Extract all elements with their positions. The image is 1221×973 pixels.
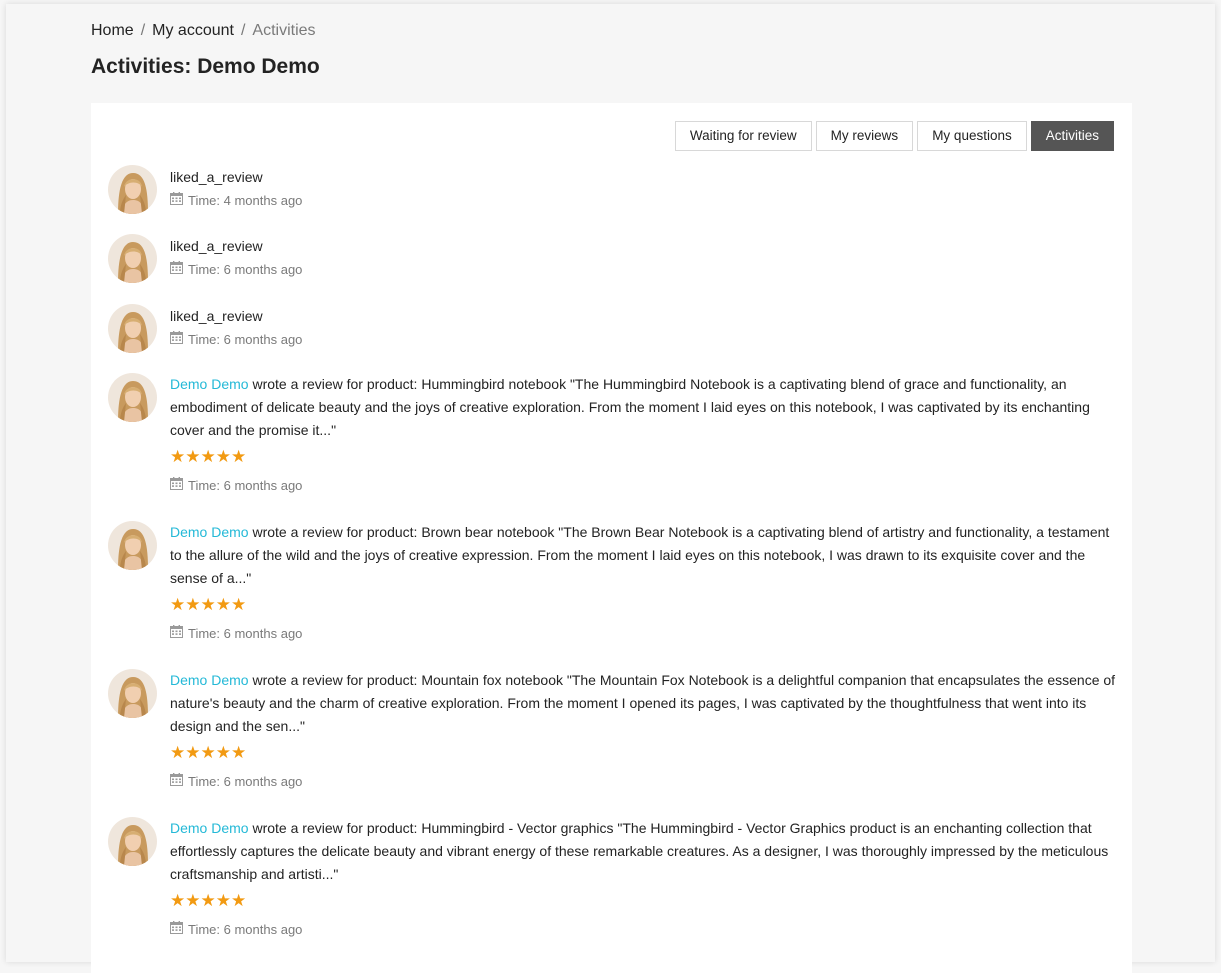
time-label: Time: 6 months ago: [188, 261, 303, 277]
breadcrumb: Home / My account / Activities: [91, 22, 316, 40]
avatar: [108, 304, 157, 353]
activities-panel: Waiting for review My reviews My questio…: [91, 103, 1132, 973]
avatar: [108, 234, 157, 283]
time-label: Time: 6 months ago: [188, 331, 303, 347]
activity-text: liked_a_review: [170, 235, 1118, 258]
avatar: [108, 669, 157, 718]
time-label: Time: 4 months ago: [188, 192, 303, 208]
tab-activities[interactable]: Activities: [1030, 121, 1114, 151]
breadcrumb-home[interactable]: Home: [91, 22, 134, 39]
activity-text: Demo Demo wrote a review for product: Br…: [170, 521, 1118, 590]
activity-time: Time: 6 months ago: [170, 773, 1118, 789]
activity-time: Time: 6 months ago: [170, 261, 1118, 277]
avatar: [108, 165, 157, 214]
activity-text: Demo Demo wrote a review for product: Hu…: [170, 373, 1118, 442]
activity-text: Demo Demo wrote a review for product: Mo…: [170, 669, 1118, 738]
activity-description: wrote a review for product: Hummingbird …: [170, 820, 1109, 882]
avatar: [108, 373, 157, 422]
activity-body: Demo Demo wrote a review for product: Hu…: [170, 817, 1118, 937]
activity-description: liked_a_review: [170, 308, 263, 324]
activity-description: wrote a review for product: Mountain fox…: [170, 672, 1116, 734]
breadcrumb-current: Activities: [252, 22, 316, 39]
activity-description: wrote a review for product: Brown bear n…: [170, 524, 1110, 586]
calendar-icon: [170, 625, 183, 641]
time-label: Time: 6 months ago: [188, 921, 303, 937]
calendar-icon: [170, 773, 183, 789]
author-link[interactable]: Demo Demo: [170, 524, 249, 540]
tab-bar: Waiting for review My reviews My questio…: [674, 121, 1114, 151]
breadcrumb-my-account[interactable]: My account: [152, 22, 234, 39]
activity-body: liked_a_review Time: 4 months ago: [170, 165, 1118, 208]
author-link[interactable]: Demo Demo: [170, 672, 249, 688]
calendar-icon: [170, 331, 183, 347]
activity-text: liked_a_review: [170, 305, 1118, 328]
time-label: Time: 6 months ago: [188, 773, 303, 789]
star-rating: ★★★★★: [170, 447, 247, 466]
star-rating: ★★★★★: [170, 891, 247, 910]
star-rating: ★★★★★: [170, 743, 247, 762]
activity-description: wrote a review for product: Hummingbird …: [170, 376, 1090, 438]
calendar-icon: [170, 192, 183, 208]
activity-body: liked_a_review Time: 6 months ago: [170, 304, 1118, 347]
page-title: Activities: Demo Demo: [91, 55, 320, 78]
activity-body: Demo Demo wrote a review for product: Mo…: [170, 669, 1118, 789]
activity-body: liked_a_review Time: 6 months ago: [170, 234, 1118, 277]
breadcrumb-separator: /: [240, 22, 246, 39]
tab-my-reviews[interactable]: My reviews: [815, 121, 914, 151]
breadcrumb-separator: /: [140, 22, 146, 39]
activity-description: liked_a_review: [170, 169, 263, 185]
activity-time: Time: 6 months ago: [170, 331, 1118, 347]
calendar-icon: [170, 261, 183, 277]
tab-my-questions[interactable]: My questions: [917, 121, 1027, 151]
activity-description: liked_a_review: [170, 238, 263, 254]
tab-waiting-for-review[interactable]: Waiting for review: [674, 121, 812, 151]
author-link[interactable]: Demo Demo: [170, 820, 249, 836]
activity-body: Demo Demo wrote a review for product: Hu…: [170, 373, 1118, 493]
time-label: Time: 6 months ago: [188, 625, 303, 641]
avatar: [108, 817, 157, 866]
activity-time: Time: 6 months ago: [170, 477, 1118, 493]
avatar: [108, 521, 157, 570]
activity-text: Demo Demo wrote a review for product: Hu…: [170, 817, 1118, 886]
activity-time: Time: 6 months ago: [170, 921, 1118, 937]
calendar-icon: [170, 477, 183, 493]
star-rating: ★★★★★: [170, 595, 247, 614]
activity-time: Time: 4 months ago: [170, 192, 1118, 208]
activity-body: Demo Demo wrote a review for product: Br…: [170, 521, 1118, 641]
activity-text: liked_a_review: [170, 166, 1118, 189]
author-link[interactable]: Demo Demo: [170, 376, 249, 392]
time-label: Time: 6 months ago: [188, 477, 303, 493]
activity-time: Time: 6 months ago: [170, 625, 1118, 641]
calendar-icon: [170, 921, 183, 937]
